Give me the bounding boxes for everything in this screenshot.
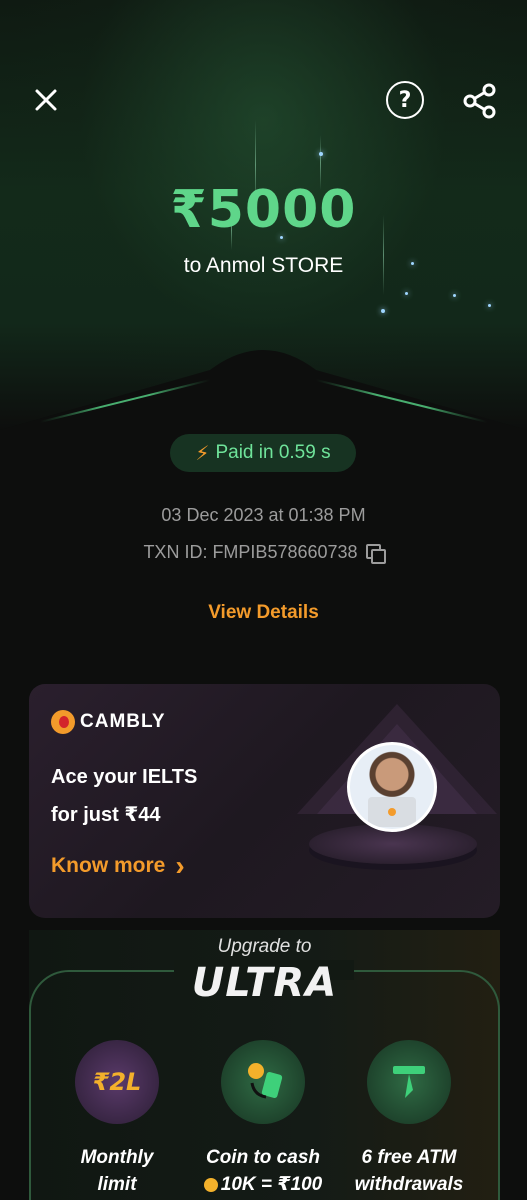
feature-label-line2: 10K = ₹100 [193,1171,333,1198]
lightning-icon: ⚡ [195,442,210,465]
payee-name: to Anmol STORE [183,254,344,277]
star-dot [405,292,408,295]
hero-arc-shape [0,350,527,440]
promo-headline-line1: Ace your IELTS [51,766,198,788]
transaction-datetime: 03 Dec 2023 at 01:38 PM [161,505,366,525]
feature-label: Monthly limit [47,1144,187,1198]
coin-icon [203,1177,218,1192]
view-details-link[interactable]: View Details [0,602,527,624]
ultra-upgrade-card[interactable]: Upgrade to ULTRA ₹2L Monthly limit Coin … [29,930,500,1200]
help-icon[interactable]: ? [386,81,424,119]
cambly-promo-card[interactable]: CAMBLY Ace your IELTS for just ₹44 Know … [29,684,500,918]
transaction-id-row: TXN ID: FMPIB578660738 [0,542,527,564]
laptop-icon [368,797,416,827]
star-dot [453,294,456,297]
know-more-button[interactable]: Know more › [51,850,185,881]
promo-brand-name: CAMBLY [80,711,166,732]
copy-icon[interactable] [365,543,386,564]
limit-2L-icon-text: ₹2L [92,1068,142,1096]
promo-brand: CAMBLY [51,710,166,734]
tutor-avatar [347,742,437,832]
upgrade-to-label: Upgrade to [217,936,312,957]
feature-label: Coin to cash 10K = ₹100 [193,1144,333,1198]
know-more-label: Know more [51,854,166,877]
cambly-logo-icon [51,710,75,734]
star-dot [319,152,323,156]
payment-speed-badge: ⚡ Paid in 0.59 s [170,434,356,472]
feature-label: 6 free ATM withdrawals [339,1144,479,1198]
share-icon[interactable] [461,82,499,120]
close-icon[interactable] [28,82,64,118]
chevron-right-icon: › [175,850,185,881]
star-dot [488,304,491,307]
feature-label-line2: withdrawals [354,1174,464,1195]
promo-headline-line2: for just ₹44 [51,804,161,826]
feature-label-line1: 6 free ATM [361,1147,457,1168]
payment-speed-text: Paid in 0.59 s [215,442,331,463]
feature-atm-withdrawals: 6 free ATM withdrawals [339,1040,479,1198]
feature-label-line2-text: 10K = ₹100 [220,1174,323,1195]
feature-label-line1: Coin to cash [205,1147,320,1168]
feature-label-line2: limit [97,1174,137,1195]
transaction-id: TXN ID: FMPIB578660738 [143,542,358,562]
feature-label-line1: Monthly [80,1147,154,1168]
top-bar: ? [0,78,527,122]
payment-amount: ₹5000 [170,180,357,240]
coin-cash-graphic [248,1063,283,1099]
star-dot [381,309,385,313]
help-glyph: ? [398,87,412,113]
atm-graphic [393,1066,425,1098]
feature-coin-to-cash: Coin to cash 10K = ₹100 [193,1040,333,1198]
coin-to-cash-icon [221,1040,305,1124]
ultra-title: ULTRA [191,960,338,1006]
feature-monthly-limit: ₹2L Monthly limit [47,1040,187,1198]
atm-withdrawal-icon [367,1040,451,1124]
limit-2L-icon: ₹2L [75,1040,159,1124]
